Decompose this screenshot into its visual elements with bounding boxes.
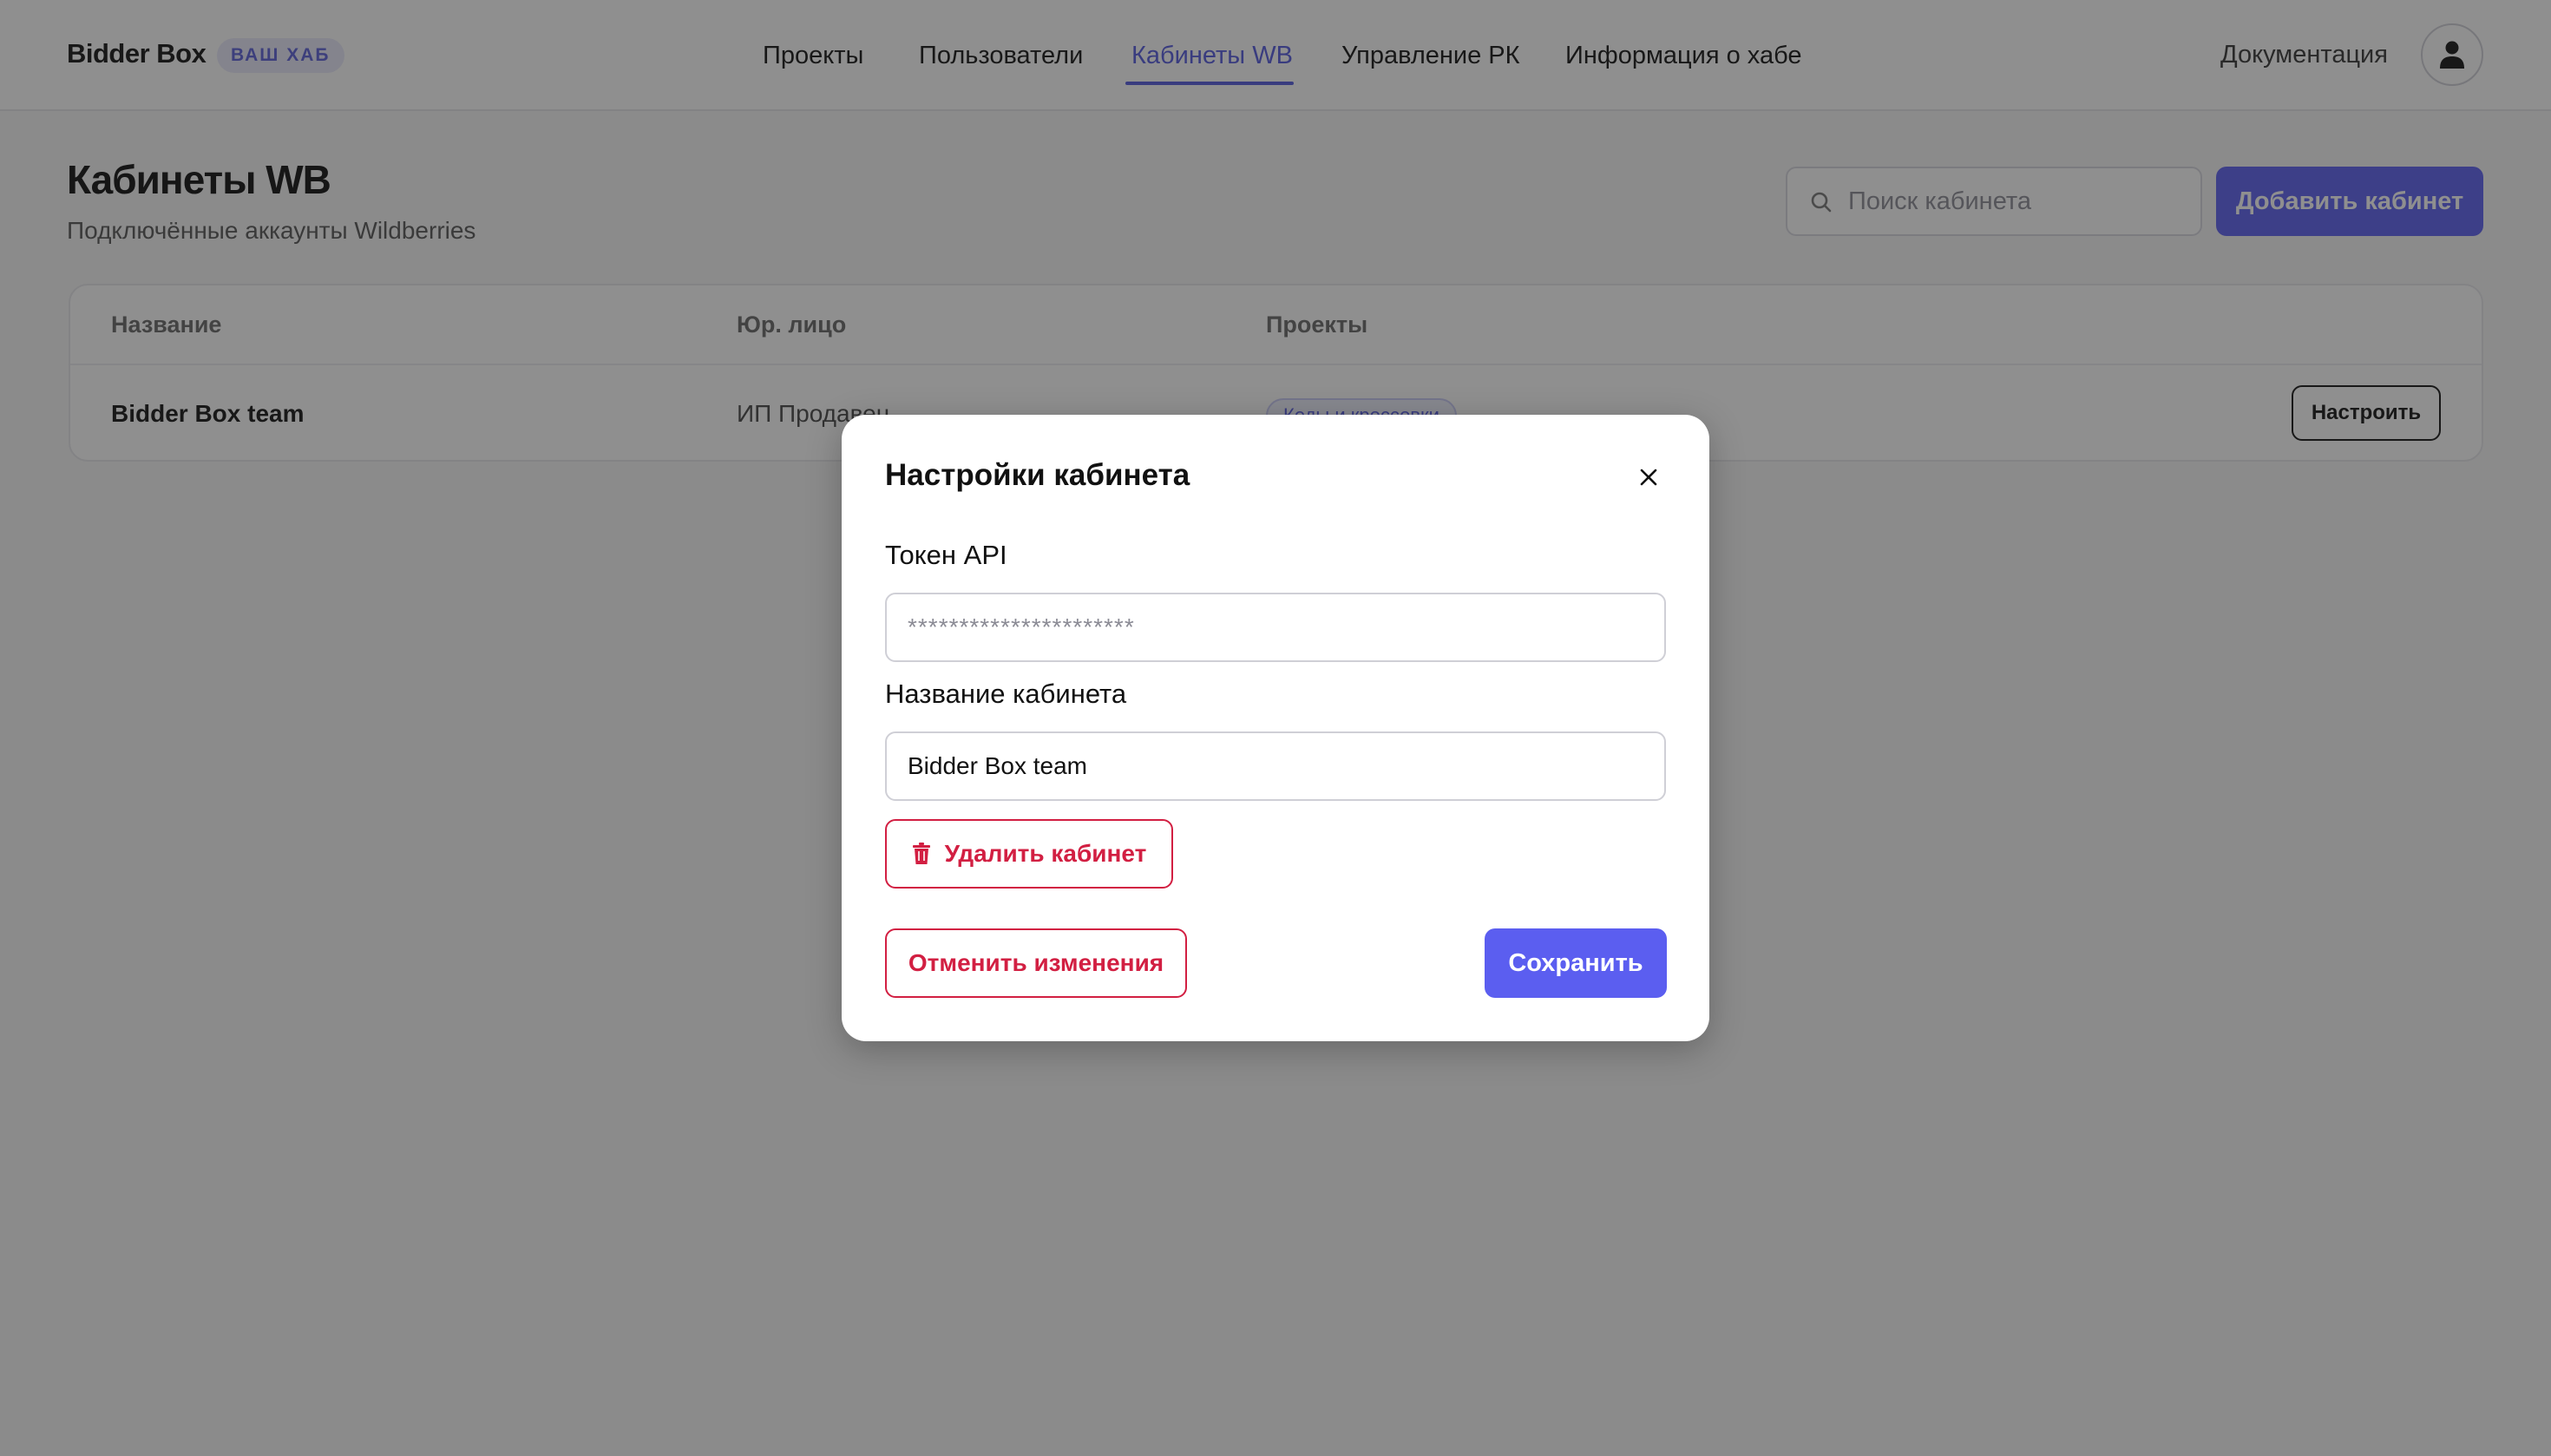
- cabinet-name-label: Название кабинета: [885, 679, 1127, 709]
- api-token-input[interactable]: [885, 593, 1666, 662]
- token-label: Токен API: [885, 540, 1007, 570]
- cancel-changes-button[interactable]: Отменить изменения: [885, 928, 1187, 998]
- close-modal-button[interactable]: [1630, 458, 1668, 496]
- delete-cabinet-label: Удалить кабинет: [944, 840, 1147, 867]
- modal-title: Настройки кабинета: [885, 458, 1190, 492]
- delete-cabinet-button[interactable]: Удалить кабинет: [885, 819, 1173, 889]
- trash-icon: [912, 843, 930, 864]
- cabinet-name-input[interactable]: [885, 731, 1666, 801]
- close-icon: [1640, 469, 1657, 486]
- save-button[interactable]: Сохранить: [1485, 928, 1667, 998]
- cabinet-settings-modal: Настройки кабинета Токен API Название ка…: [842, 415, 1709, 1041]
